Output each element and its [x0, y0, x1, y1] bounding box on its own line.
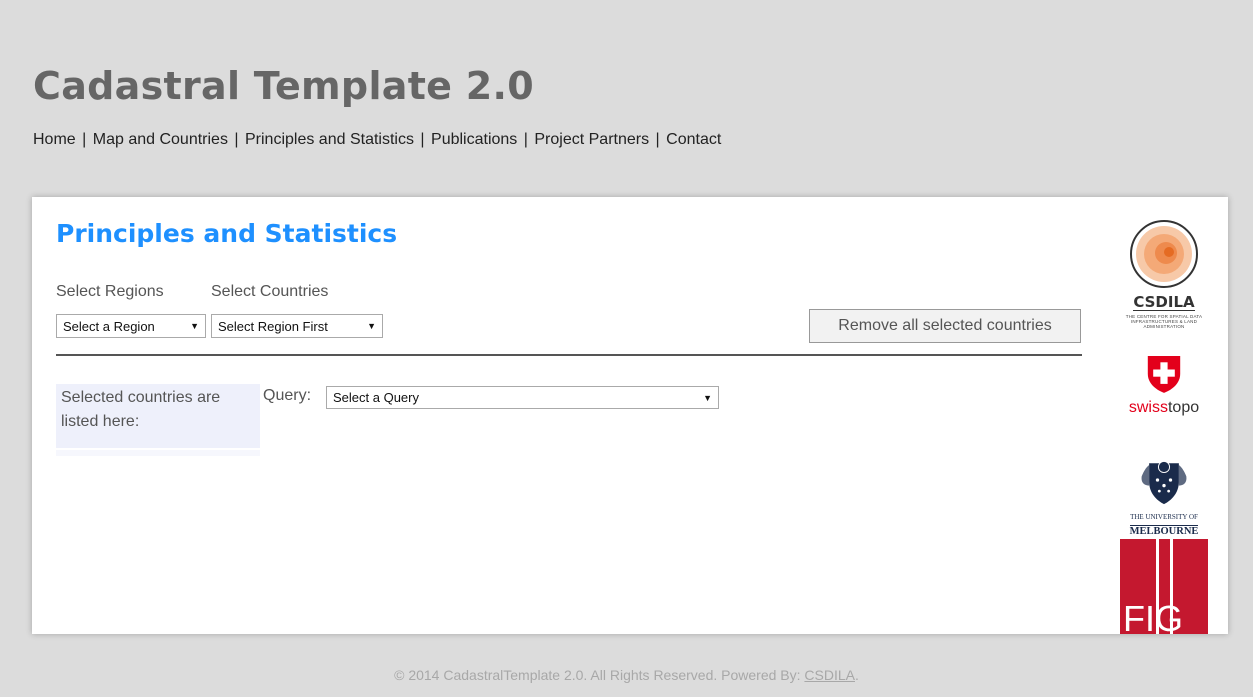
- page-title: Principles and Statistics: [56, 219, 398, 248]
- nav-separator: |: [523, 131, 528, 148]
- chevron-down-icon: ▼: [703, 392, 712, 403]
- query-label: Query:: [263, 387, 312, 404]
- query-select-value: Select a Query: [333, 390, 419, 405]
- footer-copyright: © 2014 CadastralTemplate 2.0. All Rights…: [394, 667, 801, 683]
- site-title: Cadastral Template 2.0: [33, 64, 534, 108]
- swiss-shield-icon: [1147, 356, 1181, 393]
- nav-map-and-countries[interactable]: Map and Countries: [93, 131, 228, 148]
- nav-home[interactable]: Home: [33, 131, 76, 148]
- nav-principles-and-statistics[interactable]: Principles and Statistics: [245, 131, 414, 148]
- region-select-value: Select a Region: [63, 318, 155, 334]
- melbourne-crest-icon: [1141, 460, 1187, 505]
- footer-period: .: [855, 667, 859, 683]
- country-select[interactable]: Select Region First ▼: [211, 314, 383, 338]
- footer-csdila-link[interactable]: CSDILA: [804, 667, 855, 683]
- csdila-subtitle: THE CENTRE FOR SPATIAL DATA INFRASTRUCTU…: [1125, 314, 1203, 329]
- select-countries-label: Select Countries: [211, 283, 329, 300]
- nav-separator: |: [655, 131, 660, 148]
- nav-contact[interactable]: Contact: [666, 131, 721, 148]
- swisstopo-part1: swiss: [1128, 399, 1168, 416]
- fig-emblem-icon: FIG: [1120, 539, 1208, 634]
- main-nav: Home | Map and Countries | Principles an…: [33, 131, 721, 149]
- fig-text: FIG: [1123, 598, 1183, 634]
- swisstopo-part2: topo: [1167, 399, 1200, 416]
- chevron-down-icon: ▼: [190, 321, 199, 331]
- select-regions-label: Select Regions: [56, 283, 164, 300]
- footer: © 2014 CadastralTemplate 2.0. All Rights…: [0, 667, 1253, 683]
- nav-project-partners[interactable]: Project Partners: [534, 131, 649, 148]
- divider: [56, 354, 1082, 356]
- melbourne-line2: MELBOURNE: [1129, 525, 1199, 537]
- content-panel: Principles and Statistics Select Regions…: [32, 197, 1228, 634]
- nav-separator: |: [420, 131, 425, 148]
- melbourne-logo[interactable]: THE UNIVERSITY OF MELBOURNE: [1120, 454, 1208, 539]
- swisstopo-logo[interactable]: swisstopo: [1120, 354, 1208, 417]
- fig-logo[interactable]: FIG: [1120, 539, 1208, 634]
- chevron-down-icon: ▼: [367, 321, 376, 331]
- nav-separator: |: [82, 131, 87, 148]
- nav-separator: |: [234, 131, 239, 148]
- region-select[interactable]: Select a Region ▼: [56, 314, 206, 338]
- csdila-emblem-icon: [1130, 220, 1198, 288]
- nav-publications[interactable]: Publications: [431, 131, 517, 148]
- csdila-logo[interactable]: CSDILA THE CENTRE FOR SPATIAL DATA INFRA…: [1120, 219, 1208, 329]
- country-select-value: Select Region First: [218, 318, 328, 334]
- list-footer-strip: [56, 448, 260, 456]
- melbourne-line1: THE UNIVERSITY OF: [1130, 513, 1198, 521]
- csdila-name: CSDILA: [1133, 293, 1195, 311]
- selected-countries-list: Selected countries are listed here:: [56, 384, 260, 456]
- selected-countries-text: Selected countries are listed here:: [61, 389, 221, 430]
- query-select[interactable]: Select a Query ▼: [326, 386, 719, 409]
- remove-all-countries-button[interactable]: Remove all selected countries: [809, 309, 1081, 343]
